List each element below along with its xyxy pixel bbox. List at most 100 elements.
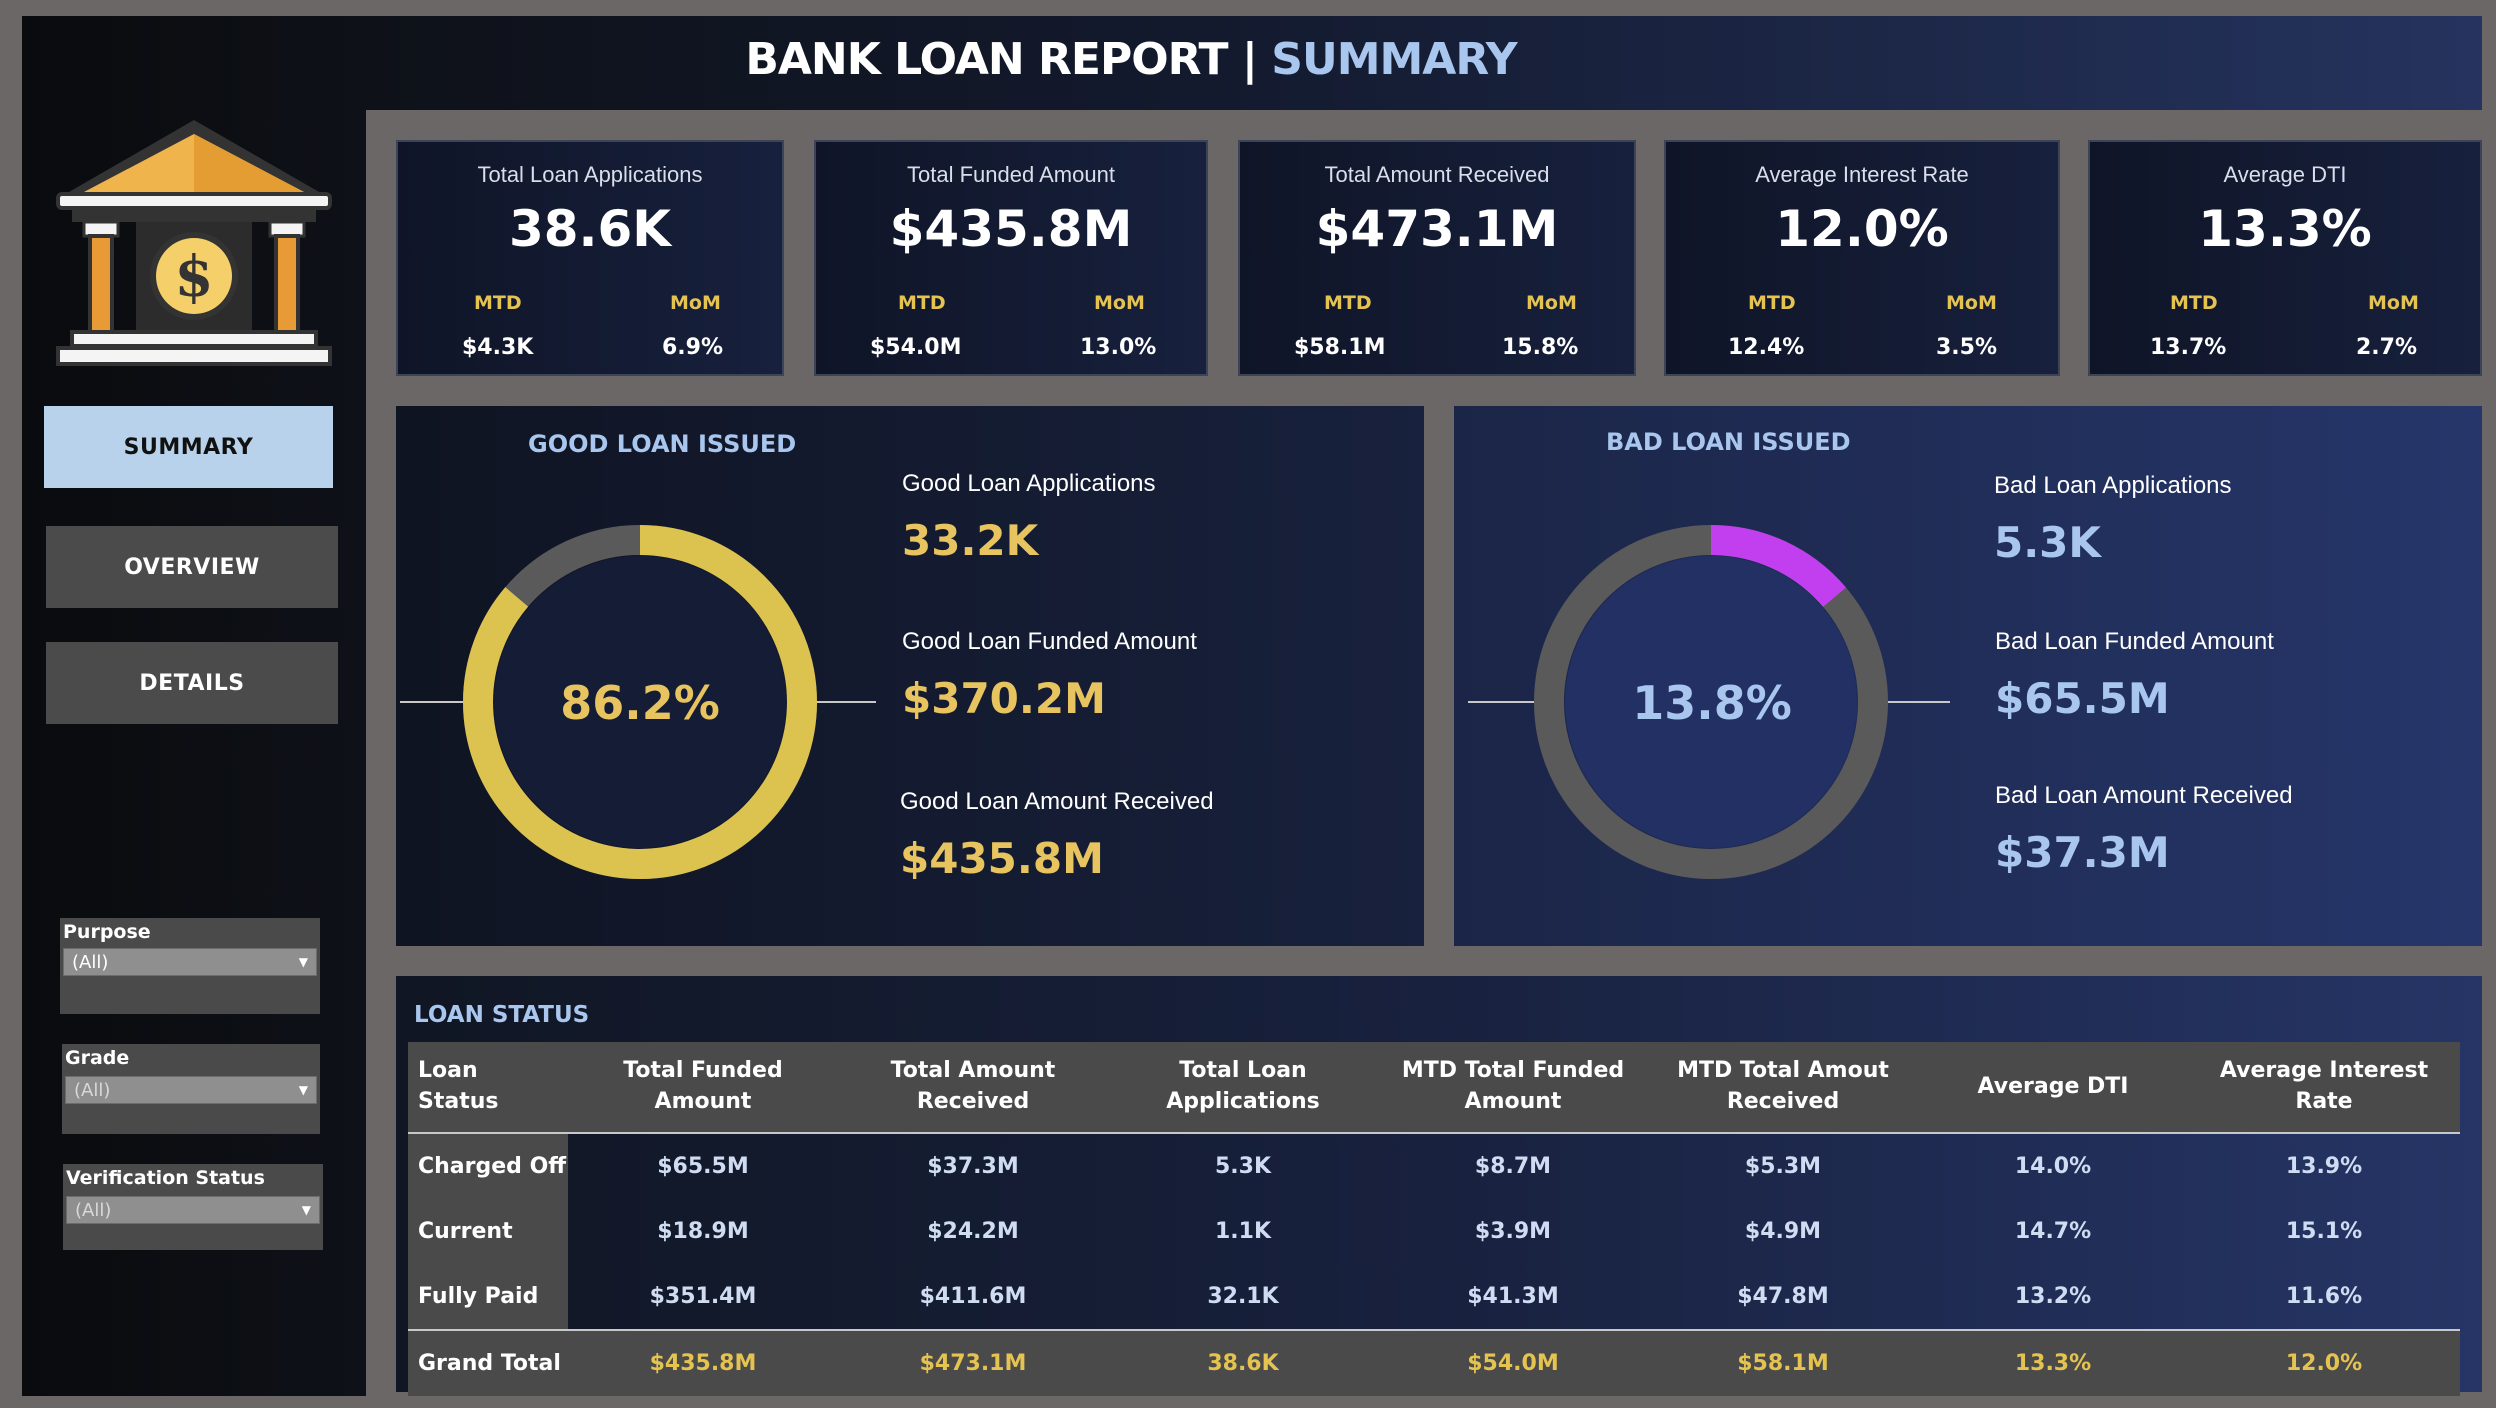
loan-status-panel: LOAN STATUS Loan Status Total Funded Amo… [396, 976, 2482, 1396]
kpi-mom-label: MoM [1946, 292, 1997, 314]
kpi-mtd-value: $58.1M [1294, 335, 1386, 360]
kpi-title: Total Amount Received [1324, 162, 1550, 187]
kpi-value: $435.8M [889, 200, 1133, 258]
table-cell: $8.7M [1474, 1154, 1552, 1179]
kpi-mom-label: MoM [1526, 292, 1577, 314]
bad-applications-value: 5.3K [1994, 518, 2101, 567]
kpi-title: Total Funded Amount [907, 162, 1115, 187]
kpi-value: 12.0% [1775, 200, 1949, 258]
good-loan-panel: GOOD LOAN ISSUED 86.2% Good Loan Applica… [396, 406, 1424, 946]
table-cell: $41.3M [1467, 1284, 1559, 1309]
good-funded-value: $370.2M [902, 674, 1106, 723]
column-header[interactable]: MTD Total Funded Amount [1378, 1042, 1648, 1134]
kpi-mom-label: MoM [1094, 292, 1145, 314]
table-cell: 14.0% [2014, 1154, 2092, 1179]
filter-verification-label: Verification Status [66, 1167, 265, 1189]
row-label: Charged Off [408, 1133, 568, 1199]
bad-funded-value: $65.5M [1995, 674, 2170, 723]
kpi-mom-value: 2.7% [2356, 335, 2418, 360]
purpose-select[interactable]: (All) ▼ [63, 948, 317, 976]
kpi-mom-value: 6.9% [662, 335, 724, 360]
good-received-value: $435.8M [900, 834, 1104, 883]
loan-status-table: Loan Status Total Funded Amount Total Am… [408, 1042, 2460, 1396]
table-cell: $54.0M [1378, 1329, 1648, 1396]
page-title-main: BANK LOAN REPORT | [745, 34, 1258, 85]
good-funded-label: Good Loan Funded Amount [902, 628, 1197, 655]
kpi-mom-value: 15.8% [1502, 335, 1579, 360]
column-header[interactable]: Average Interest Rate [2188, 1042, 2460, 1134]
bad-received-label: Bad Loan Amount Received [1995, 782, 2293, 809]
table-cell: 13.3% [1918, 1329, 2188, 1396]
table-cell: $473.1M [838, 1329, 1108, 1396]
good-loan-title: GOOD LOAN ISSUED [528, 430, 797, 458]
table-cell: 13.2% [2014, 1284, 2092, 1309]
kpi-value: 38.6K [508, 200, 672, 258]
verification-select-value: (All) [75, 1199, 112, 1221]
column-header[interactable]: Loan Status [408, 1042, 568, 1134]
kpi-total-loan-applications: Total Loan Applications 38.6K MTD MoM $4… [396, 140, 784, 376]
filter-grade-label: Grade [65, 1047, 130, 1069]
table-cell: $47.8M [1737, 1284, 1829, 1309]
bad-funded-label: Bad Loan Funded Amount [1995, 628, 2274, 655]
kpi-mtd-label: MTD [2170, 292, 2218, 314]
table-cell: 32.1K [1207, 1284, 1279, 1309]
table-cell: $24.2M [927, 1219, 1019, 1244]
column-header[interactable]: Total Amount Received [838, 1042, 1108, 1134]
grade-select-value: (All) [74, 1079, 111, 1101]
kpi-title: Average DTI [2223, 162, 2347, 187]
kpi-title: Total Loan Applications [477, 162, 703, 187]
loan-status-title: LOAN STATUS [414, 1002, 590, 1028]
filter-purpose-label: Purpose [63, 921, 151, 943]
column-header[interactable]: Total Loan Applications [1108, 1042, 1378, 1134]
nav-summary-button[interactable]: SUMMARY [44, 406, 333, 488]
kpi-mom-value: 13.0% [1080, 335, 1157, 360]
kpi-mtd-label: MTD [1324, 292, 1372, 314]
good-applications-label: Good Loan Applications [902, 470, 1156, 497]
column-header[interactable]: MTD Total Amout Received [1648, 1042, 1918, 1134]
table-cell: 13.9% [2285, 1154, 2363, 1179]
page-title-accent: SUMMARY [1271, 34, 1517, 85]
kpi-total-amount-received: Total Amount Received $473.1M MTD MoM $5… [1238, 140, 1636, 376]
bad-loan-percent: 13.8% [1632, 676, 1792, 730]
table-cell: 1.1K [1214, 1219, 1272, 1244]
table-cell: $58.1M [1648, 1329, 1918, 1396]
table-cell: $5.3M [1744, 1154, 1822, 1179]
kpi-mom-value: 3.5% [1936, 335, 1998, 360]
dropdown-arrow-icon: ▼ [301, 1203, 311, 1217]
nav-overview-button[interactable]: OVERVIEW [46, 526, 338, 608]
column-header[interactable]: Total Funded Amount [568, 1042, 838, 1134]
good-loan-percent: 86.2% [560, 676, 720, 730]
table-row: Charged Off $65.5M $37.3M 5.3K $8.7M $5.… [408, 1133, 2460, 1199]
filter-purpose: Purpose (All) ▼ [60, 918, 320, 1014]
filter-verification-status: Verification Status (All) ▼ [63, 1164, 323, 1250]
table-cell: 11.6% [2285, 1284, 2363, 1309]
row-label: Grand Total [408, 1329, 568, 1396]
nav-details-button[interactable]: DETAILS [46, 642, 338, 724]
table-cell: $18.9M [657, 1219, 749, 1244]
table-cell: $351.4M [649, 1284, 757, 1309]
verification-status-select[interactable]: (All) ▼ [66, 1196, 320, 1224]
grade-select[interactable]: (All) ▼ [65, 1076, 317, 1104]
table-cell: $37.3M [927, 1154, 1019, 1179]
kpi-title: Average Interest Rate [1755, 162, 1969, 187]
bad-loan-panel: BAD LOAN ISSUED 13.8% Bad Loan Applicati… [1454, 406, 2482, 946]
column-header[interactable]: Average DTI [1918, 1042, 2188, 1134]
table-cell: $65.5M [657, 1154, 749, 1179]
kpi-mtd-value: $54.0M [870, 335, 962, 360]
kpi-mtd-label: MTD [474, 292, 522, 314]
page-title: BANK LOAN REPORT | SUMMARY [366, 34, 1896, 85]
kpi-average-dti: Average DTI 13.3% MTD MoM 13.7% 2.7% [2088, 140, 2482, 376]
table-cell: $411.6M [919, 1284, 1027, 1309]
table-cell: $435.8M [568, 1329, 838, 1396]
table-header-row: Loan Status Total Funded Amount Total Am… [408, 1042, 2460, 1134]
row-label: Current [408, 1199, 568, 1264]
kpi-mtd-value: $4.3K [462, 335, 534, 360]
table-row: Fully Paid $351.4M $411.6M 32.1K $41.3M … [408, 1264, 2460, 1330]
kpi-mtd-label: MTD [898, 292, 946, 314]
header-bar: BANK LOAN REPORT | SUMMARY [366, 16, 2482, 110]
bad-received-value: $37.3M [1995, 828, 2170, 877]
filter-grade: Grade (All) ▼ [62, 1044, 320, 1134]
table-cell: 15.1% [2285, 1219, 2363, 1244]
svg-text:$: $ [175, 244, 214, 310]
dropdown-arrow-icon: ▼ [298, 1083, 308, 1097]
